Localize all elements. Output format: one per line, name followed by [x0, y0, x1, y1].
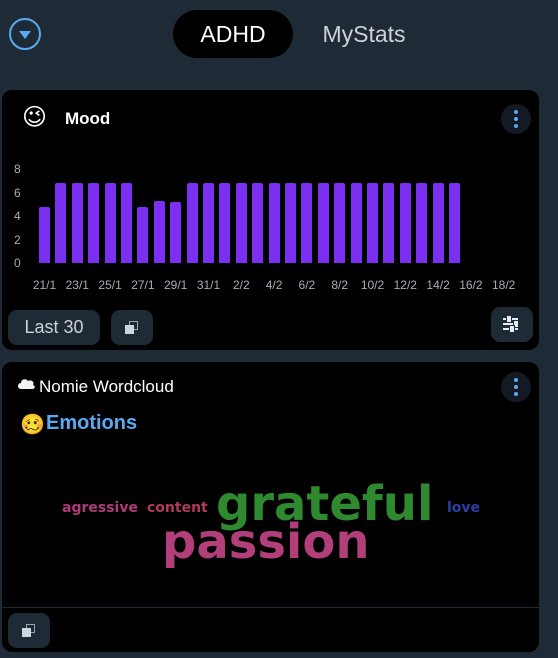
chart-bar — [219, 183, 231, 263]
x-tick-label: 18/2 — [492, 278, 516, 292]
chart-bar — [88, 183, 100, 263]
range-button-label: Last 30 — [24, 317, 84, 337]
chart-bar — [252, 183, 264, 263]
word-agressive: agressive — [62, 500, 138, 516]
copy-icon[interactable] — [111, 310, 153, 345]
chart-bar — [235, 183, 247, 263]
chart-bar — [203, 183, 214, 263]
chart-bar — [449, 183, 460, 263]
chart-bar — [317, 183, 329, 263]
wordcloud-card: Nomie Wordcloud 🥴 Emotions agressive con… — [2, 362, 539, 652]
chart-bar — [285, 183, 296, 263]
chart-bar — [268, 183, 280, 263]
chart-bar — [367, 183, 378, 263]
section-label: Emotions — [46, 412, 138, 434]
y-tick-label: 4 — [14, 209, 21, 223]
range-button[interactable]: Last 30 — [8, 310, 100, 345]
mood-card: 😉 Mood 8 6 4 2 0 21/1 23/1 25/1 27/1 29/1 31/1 2/2 4… — [2, 90, 539, 350]
chart-bar — [301, 183, 313, 263]
word-passion: passion — [162, 514, 370, 570]
tab-mystats[interactable]: MyStats — [300, 10, 428, 58]
y-tick-label: 0 — [14, 256, 21, 270]
chart-bar — [416, 183, 428, 263]
sliders-icon[interactable] — [491, 307, 533, 342]
chevron-down-circle-icon[interactable] — [9, 18, 41, 50]
y-tick-label: 8 — [14, 162, 21, 176]
cloud-icon — [18, 379, 35, 389]
chart-bar — [383, 183, 395, 263]
copy-icon[interactable] — [8, 613, 50, 648]
word-love: love — [447, 500, 481, 516]
winking-face-icon: 😉 — [22, 104, 48, 131]
chart-bar — [137, 206, 149, 263]
chart-bar — [121, 183, 132, 263]
chart-bar — [104, 183, 116, 263]
divider — [2, 607, 539, 608]
y-tick-label: 6 — [14, 185, 21, 200]
chart-bar — [399, 183, 411, 263]
tab-adhd[interactable]: ADHD — [173, 10, 293, 58]
chart-bar — [350, 183, 362, 263]
chart-bar — [186, 183, 198, 263]
chart-bar — [71, 183, 83, 263]
chart-bar — [39, 206, 50, 263]
chart-bar — [334, 183, 346, 263]
chart-bar — [170, 201, 182, 263]
woozy-face-icon: 🥴 — [20, 414, 45, 436]
card-title: Nomie Wordcloud — [39, 377, 174, 396]
top-bar: ADHD MyStats — [0, 0, 558, 76]
y-tick-label: 2 — [14, 232, 21, 247]
more-vertical-icon[interactable] — [501, 372, 531, 402]
chart-bar — [432, 183, 444, 263]
more-vertical-icon[interactable] — [501, 104, 531, 134]
chart-bar — [153, 200, 165, 263]
card-title: Mood — [65, 109, 111, 128]
chart-bar — [55, 183, 67, 263]
